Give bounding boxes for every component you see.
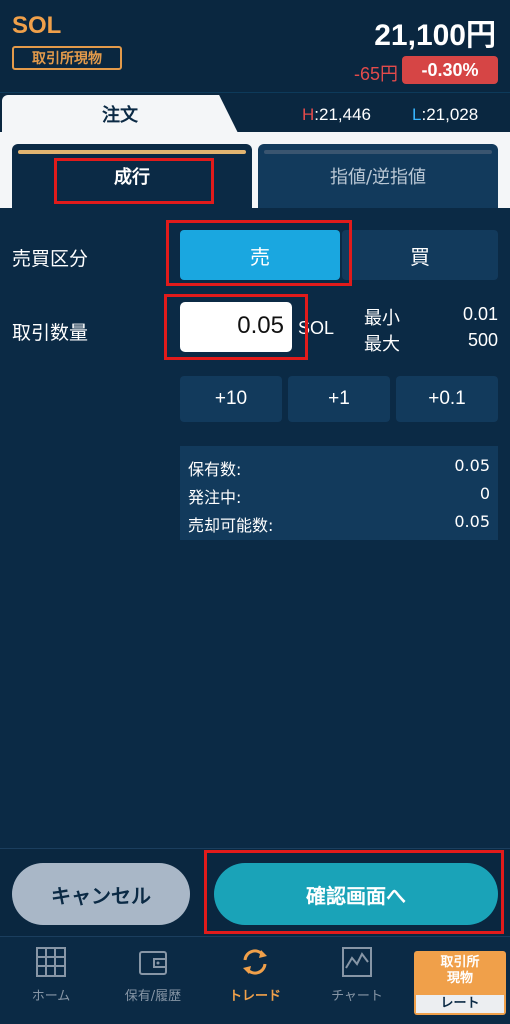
sellable-row: 売却可能数: 0.05 <box>188 512 490 536</box>
nav-trade-label: トレード <box>228 989 281 1004</box>
high-price: H:21,446 <box>302 105 371 125</box>
step-plus-0-1-button[interactable]: +0.1 <box>396 376 498 422</box>
wallet-icon <box>136 945 170 979</box>
highlight-quantity <box>164 294 308 360</box>
grid-icon <box>34 945 68 979</box>
low-value: :21,028 <box>421 105 479 124</box>
tab-limit-order[interactable]: 指値/逆指値 <box>258 144 498 208</box>
cancel-button[interactable]: キャンセル <box>12 863 190 925</box>
price-change-percent: -0.30% <box>402 56 498 84</box>
high-label: H <box>302 105 315 124</box>
nav-chart-label: チャート <box>331 989 383 1004</box>
symbol-label: SOL <box>12 12 62 39</box>
buy-button[interactable]: 買 <box>342 230 498 280</box>
ordering-row: 発注中: 0 <box>188 484 490 508</box>
ordering-label: 発注中: <box>188 488 242 507</box>
price-change: -65円 <box>353 64 398 84</box>
holdings-info: 保有数: 0.05 発注中: 0 売却可能数: 0.05 <box>180 446 498 540</box>
refresh-arrows-icon <box>238 945 272 979</box>
sellable-value: 0.05 <box>454 512 490 531</box>
order-row: 注文 H:21,446 L:21,028 <box>0 92 510 133</box>
high-value: :21,446 <box>314 105 372 124</box>
highlight-market-tab <box>54 158 214 204</box>
sellable-label: 売却可能数: <box>188 516 274 535</box>
max-value: 500 <box>467 330 498 350</box>
tab-order[interactable]: 注文 <box>2 95 238 133</box>
nav-home-label: ホーム <box>31 989 71 1004</box>
current-price: 21,100円 <box>374 19 496 52</box>
held-label: 保有数: <box>188 460 242 479</box>
market-badge: 取引所現物 <box>12 46 122 70</box>
side-label: 売買区分 <box>12 248 89 270</box>
nav-holdings[interactable]: 保有/履歴 <box>108 945 198 1015</box>
nav-market-bottom-label: レート <box>416 995 504 1013</box>
nav-market-rate[interactable]: 取引所 現物 レート <box>414 951 506 1015</box>
step-plus-10-button[interactable]: +10 <box>180 376 282 422</box>
chart-icon <box>340 945 374 979</box>
low-price: L:21,028 <box>412 105 478 125</box>
nav-trade[interactable]: トレード <box>210 945 300 1015</box>
max-label: 最大 <box>364 334 400 355</box>
nav-chart[interactable]: チャート <box>312 945 402 1015</box>
quantity-label: 取引数量 <box>12 322 89 344</box>
step-plus-1-button[interactable]: +1 <box>288 376 390 422</box>
nav-market-top-label: 取引所 現物 <box>440 955 480 986</box>
nav-holdings-label: 保有/履歴 <box>124 989 182 1004</box>
header: SOL 取引所現物 21,100円 -65円 -0.30% <box>0 0 510 92</box>
bottom-nav: ホーム 保有/履歴 トレード チャート 取引所 現物 レート <box>0 936 510 1024</box>
nav-home[interactable]: ホーム <box>6 945 96 1015</box>
highlight-confirm <box>204 850 504 934</box>
highlight-sell <box>166 220 352 286</box>
min-label: 最小 <box>364 308 400 329</box>
min-value: 0.01 <box>462 304 498 324</box>
ordering-value: 0 <box>479 484 490 503</box>
held-row: 保有数: 0.05 <box>188 456 490 480</box>
held-value: 0.05 <box>454 456 490 475</box>
